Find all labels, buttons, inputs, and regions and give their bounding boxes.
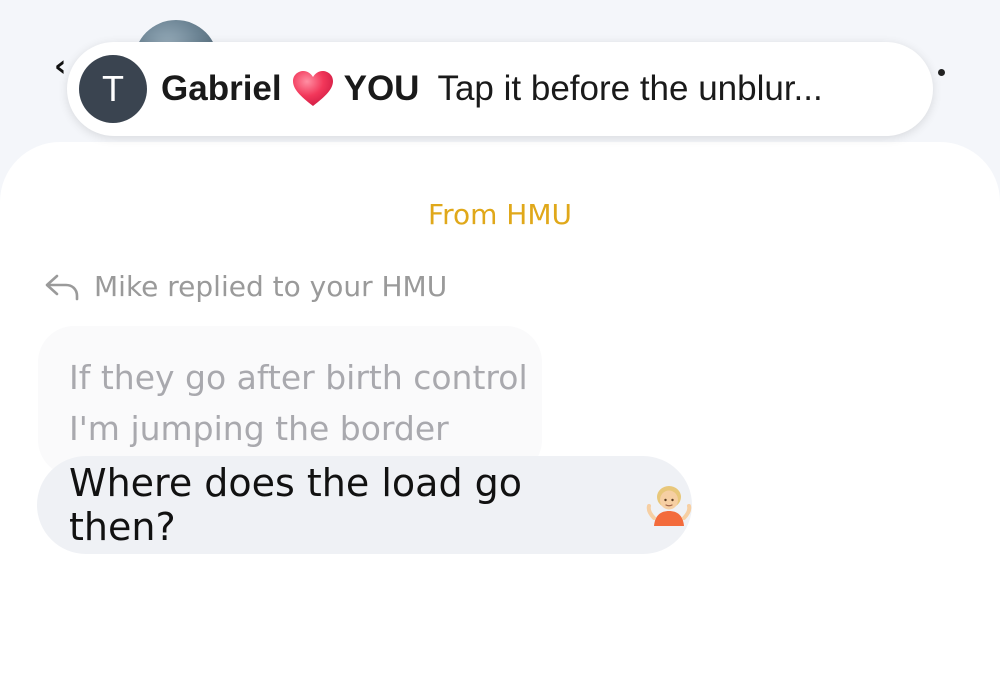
message-text: Where does the load go then? [69, 461, 523, 549]
reply-info: Mike replied to your HMU [44, 270, 447, 303]
notification-recipient: YOU [343, 69, 420, 108]
notification-text: Gabriel YOU Tap it before the unblur... [161, 69, 823, 109]
reply-info-label: Mike replied to your HMU [94, 270, 448, 303]
back-arrow-icon[interactable]: ‹ [54, 52, 66, 82]
quoted-message: If they go after birth control I'm jumpi… [38, 326, 542, 476]
source-label: From HMU [428, 198, 572, 231]
notification-banner[interactable]: T Gabriel YOU Tap it before the unblur..… [67, 42, 933, 136]
person-shrugging-icon [646, 486, 692, 526]
more-options-icon[interactable] [938, 69, 945, 76]
quoted-line: If they go after birth control [69, 358, 528, 397]
notification-sender: Gabriel [161, 69, 282, 108]
chat-screen: ‹ T Gabriel YOU Tap it before the unblur… [0, 0, 1000, 673]
notification-message: Tap it before the unblur... [437, 69, 823, 108]
message-bubble[interactable]: Where does the load go then? [37, 456, 692, 554]
reply-arrow-icon [45, 274, 79, 300]
quoted-line: I'm jumping the border [69, 409, 449, 448]
red-heart-icon [292, 71, 333, 106]
notification-avatar: T [79, 55, 147, 123]
